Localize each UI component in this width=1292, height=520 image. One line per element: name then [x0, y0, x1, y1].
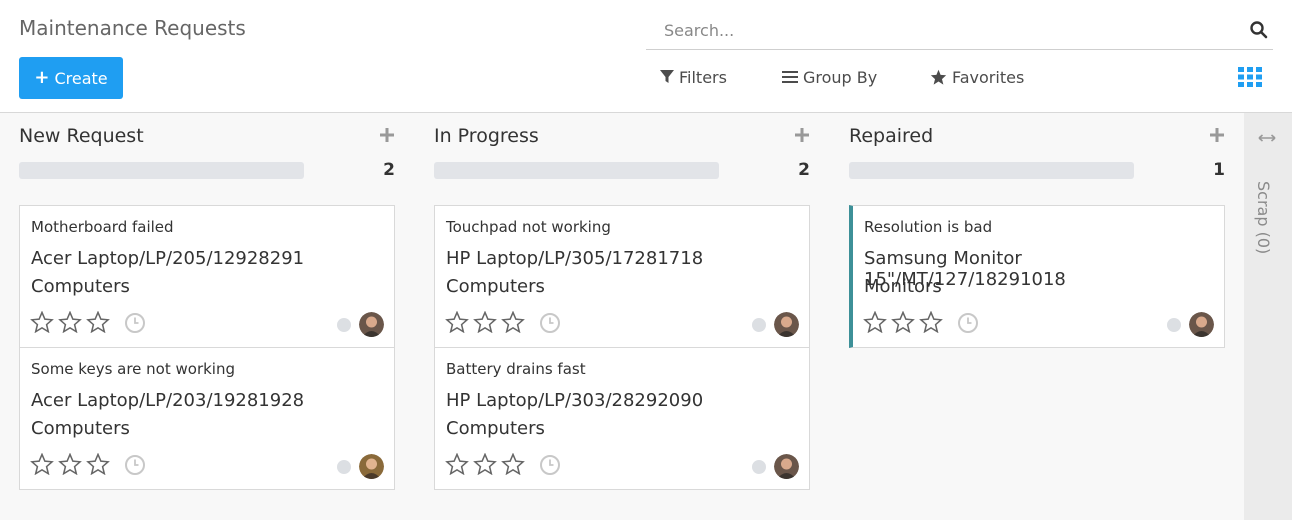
card-subject: Motherboard failed	[31, 218, 174, 236]
kanban-card[interactable]: Some keys are not working Acer Laptop/LP…	[19, 347, 395, 490]
column-title[interactable]: Repaired	[849, 125, 933, 147]
control-panel: Maintenance Requests + Create Filters Gr…	[0, 0, 1292, 113]
plus-icon[interactable]	[794, 127, 810, 143]
card-category: Computers	[446, 276, 545, 297]
filters-button[interactable]: Filters	[660, 66, 727, 88]
group-by-label: Group By	[803, 67, 878, 87]
plus-icon[interactable]	[1209, 127, 1225, 143]
star-icon[interactable]	[501, 311, 525, 333]
column-count: 2	[798, 160, 810, 180]
status-dot[interactable]	[337, 460, 351, 474]
kanban-card[interactable]: Motherboard failed Acer Laptop/LP/205/12…	[19, 205, 395, 348]
star-icon[interactable]	[58, 311, 82, 333]
card-category: Monitors	[864, 276, 942, 297]
folded-column-label: Scrap (0)	[1254, 181, 1273, 255]
column-title[interactable]: New Request	[19, 125, 144, 147]
filters-label: Filters	[679, 67, 727, 87]
clock-icon[interactable]	[124, 454, 146, 476]
card-category: Computers	[31, 276, 130, 297]
star-icon	[930, 69, 947, 85]
avatar[interactable]	[359, 454, 384, 479]
column-header: In Progress	[434, 125, 810, 153]
card-equipment: Acer Laptop/LP/203/19281928	[31, 390, 305, 411]
status-dot[interactable]	[752, 318, 766, 332]
column-count: 1	[1213, 160, 1225, 180]
star-icon[interactable]	[501, 453, 525, 475]
star-icon[interactable]	[473, 453, 497, 475]
search-icon[interactable]	[1249, 20, 1269, 40]
column-count: 2	[383, 160, 395, 180]
plus-icon[interactable]	[379, 127, 395, 143]
kanban-card[interactable]: Resolution is bad Samsung Monitor 15"/MT…	[849, 205, 1225, 348]
avatar[interactable]	[1189, 312, 1214, 337]
column-header: New Request	[19, 125, 395, 153]
column-progress-bar[interactable]	[434, 162, 719, 179]
card-subject: Battery drains fast	[446, 360, 586, 378]
avatar[interactable]	[774, 312, 799, 337]
group-by-button[interactable]: Group By	[782, 66, 877, 88]
priority-stars	[30, 311, 110, 333]
priority-stars	[445, 453, 525, 475]
card-equipment: HP Laptop/LP/303/28292090	[446, 390, 704, 411]
star-icon[interactable]	[86, 453, 110, 475]
column-progress-bar[interactable]	[849, 162, 1134, 179]
create-button[interactable]: + Create	[19, 57, 123, 99]
star-icon[interactable]	[30, 453, 54, 475]
priority-stars	[445, 311, 525, 333]
star-icon[interactable]	[86, 311, 110, 333]
star-icon[interactable]	[445, 311, 469, 333]
search-input[interactable]	[646, 12, 1226, 48]
card-equipment: HP Laptop/LP/305/17281718	[446, 248, 704, 269]
kanban-view-icon[interactable]	[1238, 67, 1262, 87]
clock-icon[interactable]	[539, 312, 561, 334]
avatar[interactable]	[359, 312, 384, 337]
plus-icon: +	[34, 67, 50, 88]
star-icon[interactable]	[30, 311, 54, 333]
bars-icon	[782, 71, 798, 83]
column-progress-bar[interactable]	[19, 162, 304, 179]
priority-stars	[30, 453, 110, 475]
star-icon[interactable]	[919, 311, 943, 333]
column-header: Repaired	[849, 125, 1225, 153]
card-subject: Some keys are not working	[31, 360, 236, 378]
search-box	[646, 12, 1273, 50]
kanban-card[interactable]: Touchpad not working HP Laptop/LP/305/17…	[434, 205, 810, 348]
star-icon[interactable]	[473, 311, 497, 333]
favorites-button[interactable]: Favorites	[930, 66, 1024, 88]
card-category: Computers	[31, 418, 130, 439]
clock-icon[interactable]	[539, 454, 561, 476]
column-title[interactable]: In Progress	[434, 125, 539, 147]
folded-column-scrap[interactable]: Scrap (0)	[1244, 113, 1292, 520]
kanban-board: New Request 2 Motherboard failed Acer La…	[0, 113, 1292, 520]
clock-icon[interactable]	[124, 312, 146, 334]
page-title: Maintenance Requests	[19, 16, 246, 40]
card-subject: Touchpad not working	[446, 218, 611, 236]
star-icon[interactable]	[445, 453, 469, 475]
create-button-label: Create	[54, 68, 108, 88]
star-icon[interactable]	[891, 311, 915, 333]
card-subject: Resolution is bad	[864, 218, 993, 236]
clock-icon[interactable]	[957, 312, 979, 334]
star-icon[interactable]	[863, 311, 887, 333]
card-category: Computers	[446, 418, 545, 439]
avatar[interactable]	[774, 454, 799, 479]
card-equipment: Acer Laptop/LP/205/12928291	[31, 248, 305, 269]
filter-icon	[660, 70, 674, 83]
star-icon[interactable]	[58, 453, 82, 475]
priority-stars	[863, 311, 943, 333]
status-dot[interactable]	[752, 460, 766, 474]
status-dot[interactable]	[1167, 318, 1181, 332]
status-dot[interactable]	[337, 318, 351, 332]
expand-arrows-icon	[1258, 134, 1276, 142]
favorites-label: Favorites	[952, 67, 1025, 87]
kanban-card[interactable]: Battery drains fast HP Laptop/LP/303/282…	[434, 347, 810, 490]
